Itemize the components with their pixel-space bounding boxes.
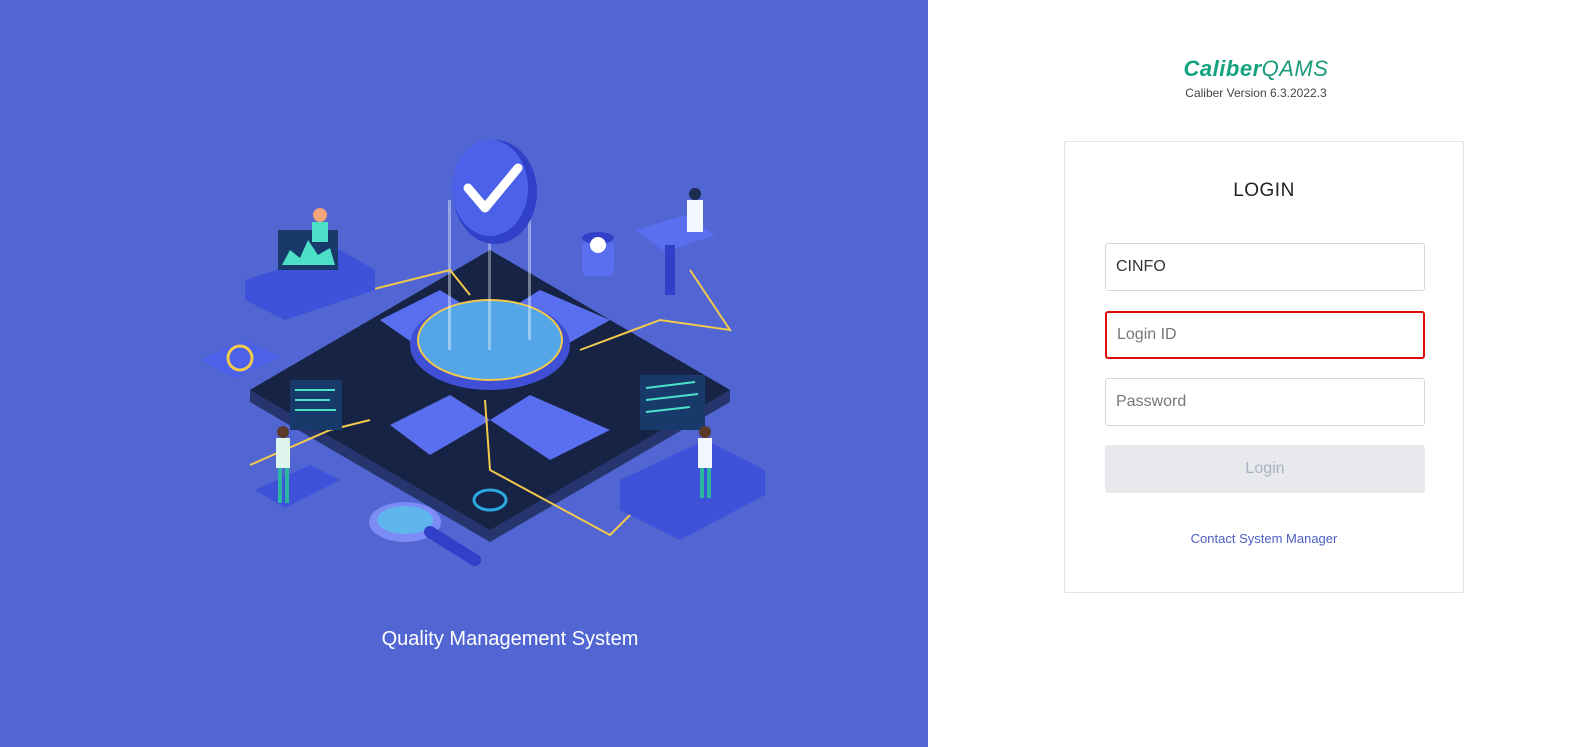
logo-caliber-text: Caliber: [1183, 56, 1262, 81]
brand-header: CaliberQAMS Caliber Version 6.3.2022.3: [928, 56, 1584, 100]
login-id-input[interactable]: [1105, 311, 1425, 359]
logo-qams-text: QAMS: [1261, 56, 1329, 81]
tagline: Quality Management System: [381, 628, 639, 650]
password-input[interactable]: [1105, 378, 1425, 426]
quality-management-illustration: [200, 140, 765, 566]
login-title: LOGIN: [1233, 180, 1295, 201]
login-card: LOGIN Login Contact System Manager: [1064, 141, 1464, 593]
contact-system-manager-link[interactable]: Contact System Manager: [1065, 531, 1463, 546]
app-version: Caliber Version 6.3.2022.3: [1185, 86, 1327, 100]
login-button[interactable]: Login: [1105, 445, 1425, 493]
login-panel: CaliberQAMS Caliber Version 6.3.2022.3 L…: [928, 0, 1584, 747]
company-field[interactable]: [1105, 243, 1425, 291]
app-logo: CaliberQAMS: [928, 56, 1584, 82]
hero-panel: Quality Management System: [0, 0, 928, 747]
